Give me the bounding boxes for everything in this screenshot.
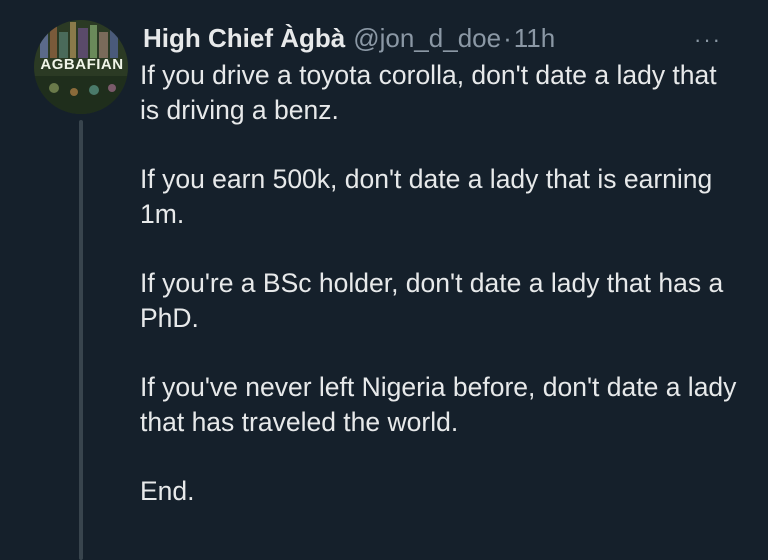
tweet-paragraph: If you've never left Nigeria before, don… [140,372,737,437]
tweet-text: If you drive a toyota corolla, don't dat… [140,58,740,544]
tweet-paragraph: If you drive a toyota corolla, don't dat… [140,60,717,125]
separator-dot: · [503,23,512,53]
thread-line [79,120,83,560]
timestamp[interactable]: 11h [514,22,555,54]
more-options-icon[interactable]: ··· [694,27,722,53]
tweet-paragraph: If you earn 500k, don't date a lady that… [140,164,713,229]
tweet-paragraph: If you're a BSc holder, don't date a lad… [140,268,724,333]
author-name[interactable]: High Chief Àgbà [143,22,345,54]
avatar[interactable]: AGBAFIAN [34,20,128,114]
author-handle[interactable]: @jon_d_doe [353,22,501,54]
tweet[interactable]: AGBAFIAN High Chief Àgbà @jon_d_doe · 11… [0,0,768,560]
tweet-paragraph: End. [140,476,195,507]
avatar-logo-text: AGBAFIAN [40,56,124,73]
tweet-header: High Chief Àgbà @jon_d_doe · 11h [143,22,555,54]
